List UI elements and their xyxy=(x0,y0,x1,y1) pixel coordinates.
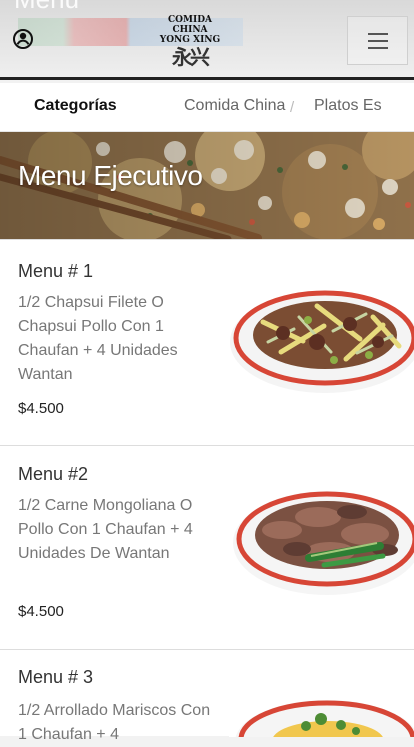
menu-item-name: Menu # 3 xyxy=(18,667,94,687)
menu-item-description: 1/2 Chapsui Filete O Chapsui Pollo Con 1… xyxy=(18,294,178,383)
hamburger-menu-button[interactable] xyxy=(347,16,408,65)
tab-platos-especiales[interactable]: Platos Es xyxy=(314,97,382,115)
menu-item-card-1[interactable]: Menu # 1 1/2 Chapsui Filete O Chapsui Po… xyxy=(0,239,414,445)
app-header: Menu COMIDA CHINA YONG XING 永兴 xyxy=(0,0,414,80)
restaurant-logo[interactable]: COMIDA CHINA YONG XING 永兴 xyxy=(150,15,230,69)
hamburger-icon-line xyxy=(368,33,388,35)
menu-item-description: 1/2 Arrollado Mariscos Con 1 Chaufan + 4 xyxy=(18,702,211,743)
tab-comida-china[interactable]: Comida China xyxy=(184,97,285,115)
menu-item-image-seafood-roll[interactable] xyxy=(229,667,414,737)
account-icon[interactable] xyxy=(12,28,34,50)
hamburger-icon-line xyxy=(368,47,388,49)
menu-item-price: $4.500 xyxy=(18,400,64,417)
menu-item-name: Menu #2 xyxy=(18,464,89,484)
menu-item-card-2[interactable]: Menu #2 1/2 Carne Mongoliana O Pollo Con… xyxy=(0,445,414,649)
background-menu-text: Menu xyxy=(14,0,79,15)
category-hero-banner: Menu Ejecutivo xyxy=(0,132,414,239)
logo-line-1: COMIDA CHINA xyxy=(168,15,212,35)
menu-item-description: 1/2 Carne Mongoliana O Pollo Con 1 Chauf… xyxy=(18,497,193,562)
hamburger-icon-line xyxy=(368,40,388,42)
menu-item-image-chapsui[interactable] xyxy=(229,259,414,407)
menu-item-image-mongolian-beef[interactable] xyxy=(229,461,414,609)
menu-item-card-3[interactable]: Menu # 3 1/2 Arrollado Mariscos Con 1 Ch… xyxy=(0,649,414,743)
logo-line-2: YONG XING xyxy=(159,35,221,45)
logo-characters: 永兴 xyxy=(172,45,210,69)
tab-separator: / xyxy=(290,99,295,116)
menu-item-price: $4.500 xyxy=(18,603,64,620)
tab-categorias[interactable]: Categorías xyxy=(34,97,117,115)
hero-title: Menu Ejecutivo xyxy=(18,160,203,191)
category-tabs: Categorías Comida China / Platos Es xyxy=(0,83,414,132)
menu-item-name: Menu # 1 xyxy=(18,261,94,281)
